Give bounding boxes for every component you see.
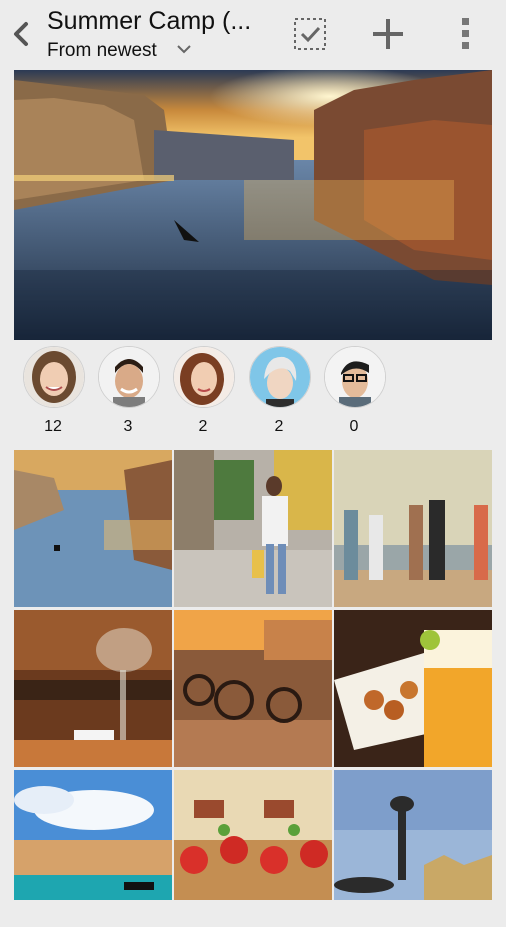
more-options-button[interactable]: [452, 14, 480, 54]
face-count: 3: [123, 418, 133, 435]
person-face[interactable]: 2: [171, 346, 235, 436]
avatar: [249, 346, 311, 408]
person-face[interactable]: 3: [96, 346, 160, 436]
photo-thumbnail[interactable]: [334, 770, 492, 927]
photo-thumbnail[interactable]: [174, 610, 332, 767]
face-count: 2: [274, 418, 284, 435]
avatar: [173, 346, 235, 408]
add-button[interactable]: [368, 14, 408, 54]
face-count: 2: [198, 418, 208, 435]
avatar: [23, 346, 85, 408]
photo-thumbnail[interactable]: [334, 610, 492, 767]
back-button[interactable]: [8, 14, 36, 54]
select-button[interactable]: [290, 14, 330, 54]
photo-thumbnail[interactable]: [14, 770, 172, 927]
back-arrow-icon: [14, 22, 28, 46]
photo-thumbnail[interactable]: [14, 610, 172, 767]
photo-thumbnail[interactable]: [14, 450, 172, 607]
action-bar: Summer Camp (... From newest: [0, 0, 506, 68]
sort-dropdown[interactable]: From newest: [47, 38, 192, 62]
avatar: [98, 346, 160, 408]
avatar: [324, 346, 386, 408]
select-all-icon: [294, 18, 326, 50]
person-face[interactable]: 0: [322, 346, 386, 436]
photo-thumbnail[interactable]: [334, 450, 492, 607]
face-count: 0: [349, 418, 359, 435]
person-face[interactable]: 2: [247, 346, 311, 436]
more-vertical-icon: [462, 18, 469, 49]
sort-label: From newest: [47, 40, 157, 61]
album-title: Summer Camp (...: [47, 7, 252, 35]
person-face[interactable]: 12: [21, 346, 85, 436]
chevron-down-icon: [176, 38, 192, 60]
people-row: 12 3 2 2 0: [0, 346, 506, 438]
plus-icon: [373, 19, 403, 49]
album-cover-photo[interactable]: [14, 70, 492, 340]
photo-thumbnail[interactable]: [174, 770, 332, 927]
face-count: 12: [44, 418, 62, 435]
photo-thumbnail[interactable]: [174, 450, 332, 607]
